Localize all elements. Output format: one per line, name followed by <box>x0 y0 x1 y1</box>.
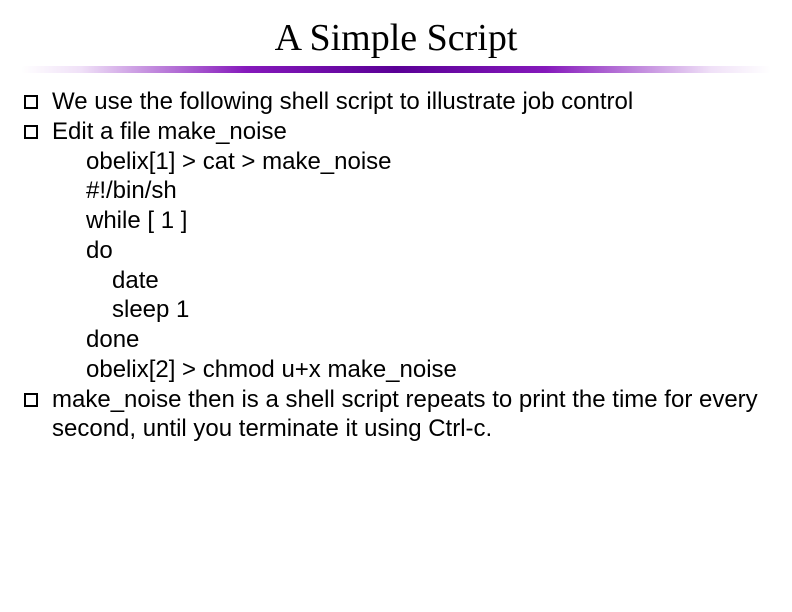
code-text: obelix[2] > chmod u+x make_noise <box>52 355 764 385</box>
code-line: obelix[2] > chmod u+x make_noise <box>24 355 764 385</box>
code-line: obelix[1] > cat > make_noise <box>24 147 764 177</box>
code-text: sleep 1 <box>52 295 764 325</box>
code-text: while [ 1 ] <box>52 206 764 236</box>
code-line: #!/bin/sh <box>24 176 764 206</box>
bullet-text: make_noise then is a shell script repeat… <box>52 385 764 445</box>
bullet-square-icon <box>24 393 38 407</box>
code-line: date <box>24 266 764 296</box>
bullet-item-1: We use the following shell script to ill… <box>24 87 764 117</box>
code-line: sleep 1 <box>24 295 764 325</box>
bullet-text: We use the following shell script to ill… <box>52 87 764 117</box>
code-line: done <box>24 325 764 355</box>
code-line: do <box>24 236 764 266</box>
code-text: obelix[1] > cat > make_noise <box>52 147 764 177</box>
code-line: while [ 1 ] <box>24 206 764 236</box>
bullet-square-icon <box>24 125 38 139</box>
slide-content: We use the following shell script to ill… <box>0 87 792 444</box>
code-text: done <box>52 325 764 355</box>
code-text: do <box>52 236 764 266</box>
slide-title: A Simple Script <box>0 0 792 66</box>
code-text: date <box>52 266 764 296</box>
code-text: #!/bin/sh <box>52 176 764 206</box>
bullet-item-3: make_noise then is a shell script repeat… <box>24 385 764 445</box>
bullet-square-icon <box>24 95 38 109</box>
bullet-text: Edit a file make_noise <box>52 117 764 147</box>
bullet-item-2: Edit a file make_noise <box>24 117 764 147</box>
title-divider <box>21 66 771 73</box>
